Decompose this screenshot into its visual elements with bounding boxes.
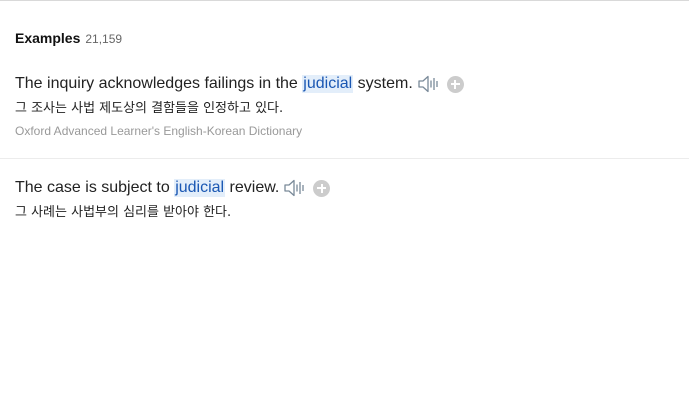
highlighted-keyword[interactable]: judicial [174, 179, 226, 197]
examples-header: Examples 21,159 [15, 30, 122, 46]
example-item: The inquiry acknowledges failings in the… [15, 73, 689, 138]
examples-title: Examples [15, 30, 81, 46]
example-item: The case is subject to judicial review. … [15, 177, 689, 223]
example-translation: 그 조사는 사법 제도상의 결함들을 인정하고 있다. [15, 101, 284, 116]
highlighted-keyword[interactable]: judicial [302, 75, 354, 93]
add-to-wordbook-button[interactable] [313, 179, 331, 197]
speaker-icon[interactable] [283, 178, 307, 198]
example-translation: 그 사례는 사법부의 심리를 받아야 한다. [15, 205, 232, 220]
examples-count: 21,159 [85, 32, 123, 46]
examples-page: Examples 21,159 The inquiry acknowledges… [0, 0, 689, 409]
sentence-text-before: The case is subject to [15, 179, 175, 196]
add-to-wordbook-button[interactable] [446, 75, 464, 93]
sentence-text-after: system. [353, 75, 413, 92]
example-sentence: The inquiry acknowledges failings in the… [15, 73, 689, 95]
example-divider [0, 158, 689, 159]
example-sentence: The case is subject to judicial review. [15, 177, 689, 199]
sentence-text-after: review. [225, 179, 280, 196]
example-source[interactable]: Oxford Advanced Learner's English-Korean… [15, 124, 689, 138]
sentence-text-before: The inquiry acknowledges failings in the [15, 75, 303, 92]
speaker-icon[interactable] [417, 74, 441, 94]
